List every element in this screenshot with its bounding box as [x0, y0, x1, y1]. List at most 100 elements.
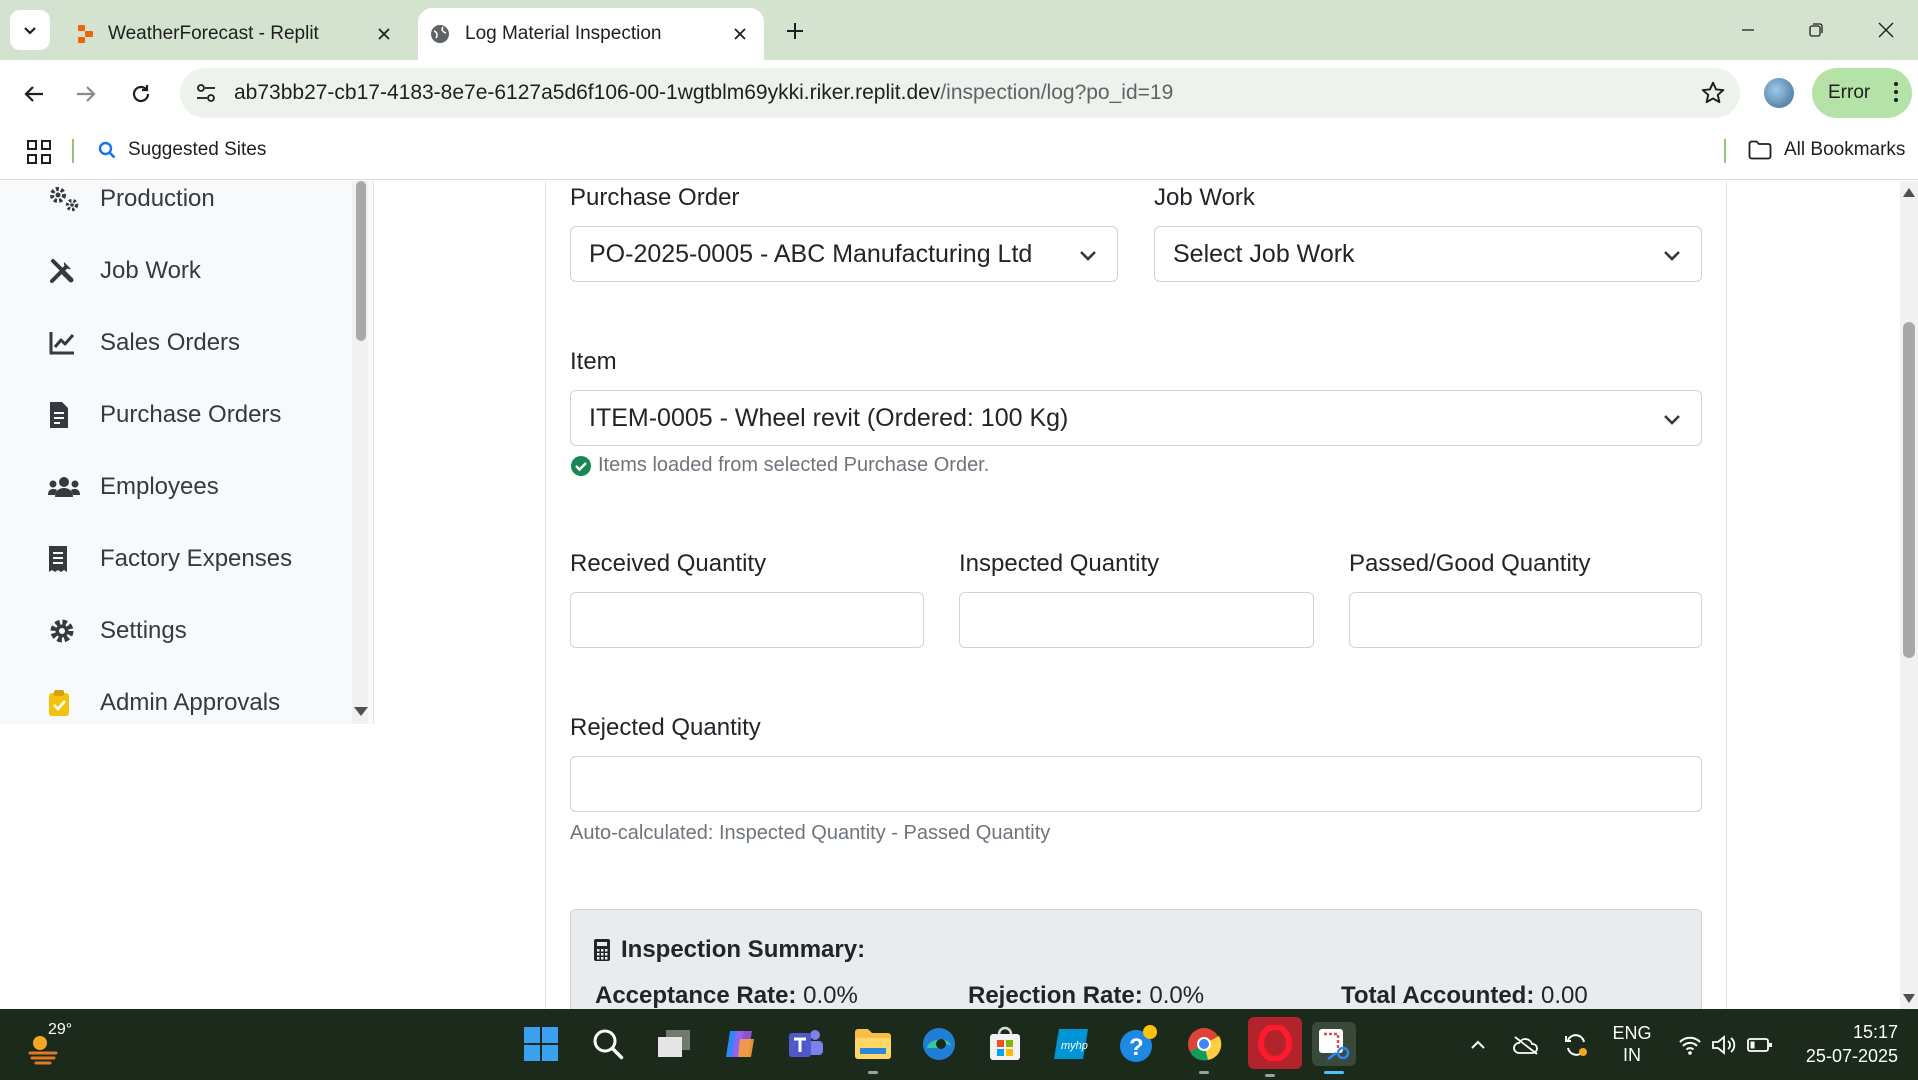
sidebar-item-factory-expenses[interactable]: Factory Expenses [48, 539, 292, 579]
sidebar-scrollbar-thumb[interactable] [356, 181, 366, 341]
opera-app[interactable] [1248, 1017, 1302, 1077]
all-bookmarks-button[interactable]: All Bookmarks [1748, 139, 1905, 161]
chrome-app[interactable] [1182, 1022, 1226, 1074]
sidebar-item-job-work[interactable]: Job Work [48, 251, 201, 291]
search-icon [593, 1029, 624, 1060]
job-work-select[interactable]: Select Job Work [1154, 226, 1702, 282]
file-invoice-icon [48, 400, 84, 430]
tab-search-button[interactable] [10, 10, 50, 50]
replit-icon [76, 24, 96, 44]
inspected-quantity-input[interactable] [960, 593, 1313, 647]
minimize-window-button[interactable] [1730, 14, 1766, 46]
start-button[interactable] [519, 1022, 563, 1066]
copilot-app[interactable] [718, 1022, 762, 1066]
rejected-quantity-label: Rejected Quantity [570, 714, 761, 741]
rejected-quantity-field[interactable] [570, 756, 1702, 812]
address-bar[interactable]: ab73bb27-cb17-4183-8e7e-6127a5d6f106-00-… [180, 68, 1740, 118]
acceptance-rate: Acceptance Rate: 0.0% [595, 982, 858, 1010]
error-status-label: Error [1828, 82, 1871, 103]
total-accounted-value: 0.00 [1541, 982, 1588, 1009]
globe-icon [430, 24, 450, 44]
tab-title: WeatherForecast - Replit [108, 23, 319, 44]
sidebar-item-admin-approvals[interactable]: Admin Approvals [48, 683, 280, 723]
windows-logo-icon [524, 1027, 558, 1061]
speaker-icon [1712, 1035, 1736, 1055]
get-help-app[interactable]: ? [1116, 1022, 1160, 1066]
snipping-tool-app[interactable] [1312, 1022, 1356, 1074]
teams-app[interactable] [784, 1022, 828, 1066]
show-hidden-icons-button[interactable] [1464, 1031, 1492, 1059]
close-tab-icon[interactable] [372, 22, 396, 46]
forward-button[interactable] [66, 74, 106, 114]
passed-quantity-label: Passed/Good Quantity [1349, 550, 1591, 577]
volume-tray[interactable] [1710, 1031, 1738, 1059]
tools-icon [48, 256, 84, 286]
purchase-order-select[interactable]: PO-2025-0005 - ABC Manufacturing Ltd [570, 226, 1118, 282]
close-tab-icon[interactable] [728, 22, 752, 46]
passed-quantity-field[interactable] [1349, 592, 1702, 648]
sidebar-item-label: Purchase Orders [100, 401, 282, 428]
page-scroll-down-arrow[interactable] [1903, 994, 1915, 1003]
region-code: IN [1623, 1045, 1641, 1065]
close-window-button[interactable] [1868, 14, 1904, 46]
rejection-rate-label: Rejection Rate: [968, 982, 1143, 1009]
sidebar-item-purchase-orders[interactable]: Purchase Orders [48, 395, 281, 435]
back-button[interactable] [14, 74, 54, 114]
weather-widget[interactable]: 29° [26, 1021, 86, 1067]
bookmark-star-icon[interactable] [1700, 80, 1726, 106]
sidebar-item-employees[interactable]: Employees [48, 467, 219, 507]
rejection-rate: Rejection Rate: 0.0% [968, 982, 1204, 1010]
task-view-button[interactable] [652, 1022, 696, 1066]
reload-button[interactable] [121, 74, 161, 114]
search-icon [98, 141, 116, 159]
sidebar-item-settings[interactable]: Settings [48, 611, 187, 651]
chevron-down-icon [24, 27, 36, 35]
inspected-quantity-field[interactable] [959, 592, 1314, 648]
snipping-tool-icon [1319, 1029, 1350, 1060]
site-settings-icon[interactable] [194, 81, 218, 105]
sidebar-item-sales-orders[interactable]: Sales Orders [48, 323, 240, 363]
item-label: Item [570, 348, 617, 375]
wifi-tray[interactable] [1676, 1031, 1704, 1059]
sync-icon [1565, 1034, 1587, 1056]
clock-time: 15:17 [1852, 1022, 1898, 1042]
page-scrollbar-thumb[interactable] [1903, 322, 1915, 658]
page-scroll-up-arrow[interactable] [1903, 188, 1915, 197]
users-icon [48, 472, 84, 502]
microsoft-store-app[interactable] [983, 1022, 1027, 1066]
taskbar-search-button[interactable] [586, 1022, 630, 1066]
bookmarks-bar: Suggested Sites All Bookmarks [0, 125, 1918, 180]
restore-window-button[interactable] [1798, 14, 1834, 46]
onedrive-tray[interactable] [1512, 1031, 1540, 1059]
language-indicator[interactable]: ENG IN [1612, 1022, 1652, 1066]
item-select[interactable]: ITEM-0005 - Wheel revit (Ordered: 100 Kg… [570, 390, 1702, 446]
job-work-value: Select Job Work [1173, 240, 1355, 268]
battery-tray[interactable] [1746, 1031, 1774, 1059]
sidebar-item-label: Sales Orders [100, 329, 241, 356]
passed-quantity-input[interactable] [1350, 593, 1701, 647]
clock[interactable]: 15:17 25-07-2025 [1794, 1020, 1898, 1068]
gear-icon [48, 616, 84, 646]
profile-avatar[interactable] [1764, 78, 1794, 108]
received-quantity-input[interactable] [571, 593, 923, 647]
sync-tray[interactable] [1562, 1031, 1590, 1059]
new-tab-button[interactable] [780, 16, 810, 46]
rejection-rate-value: 0.0% [1149, 982, 1205, 1009]
sidebar-item-label: Factory Expenses [100, 545, 293, 572]
sidebar-scroll-down-arrow[interactable] [354, 707, 368, 716]
clock-date: 25-07-2025 [1805, 1046, 1898, 1066]
received-quantity-field[interactable] [570, 592, 924, 648]
tab-weatherforecast[interactable]: WeatherForecast - Replit [68, 8, 408, 60]
apps-grid-icon[interactable] [26, 139, 52, 165]
error-status-button[interactable]: Error [1812, 68, 1912, 118]
bookmark-suggested-sites[interactable]: Suggested Sites [98, 139, 266, 161]
tab-log-material-inspection[interactable]: Log Material Inspection [418, 8, 764, 60]
file-explorer-app[interactable] [851, 1022, 895, 1074]
myhp-app[interactable]: myhp [1049, 1022, 1093, 1066]
minimize-icon [1742, 29, 1754, 31]
sidebar-item-label: Job Work [100, 257, 201, 284]
sidebar-item-production[interactable]: Production [48, 181, 215, 219]
rejected-quantity-input[interactable] [571, 757, 1701, 811]
edge-app[interactable] [917, 1022, 961, 1066]
acceptance-rate-label: Acceptance Rate: [595, 982, 797, 1009]
